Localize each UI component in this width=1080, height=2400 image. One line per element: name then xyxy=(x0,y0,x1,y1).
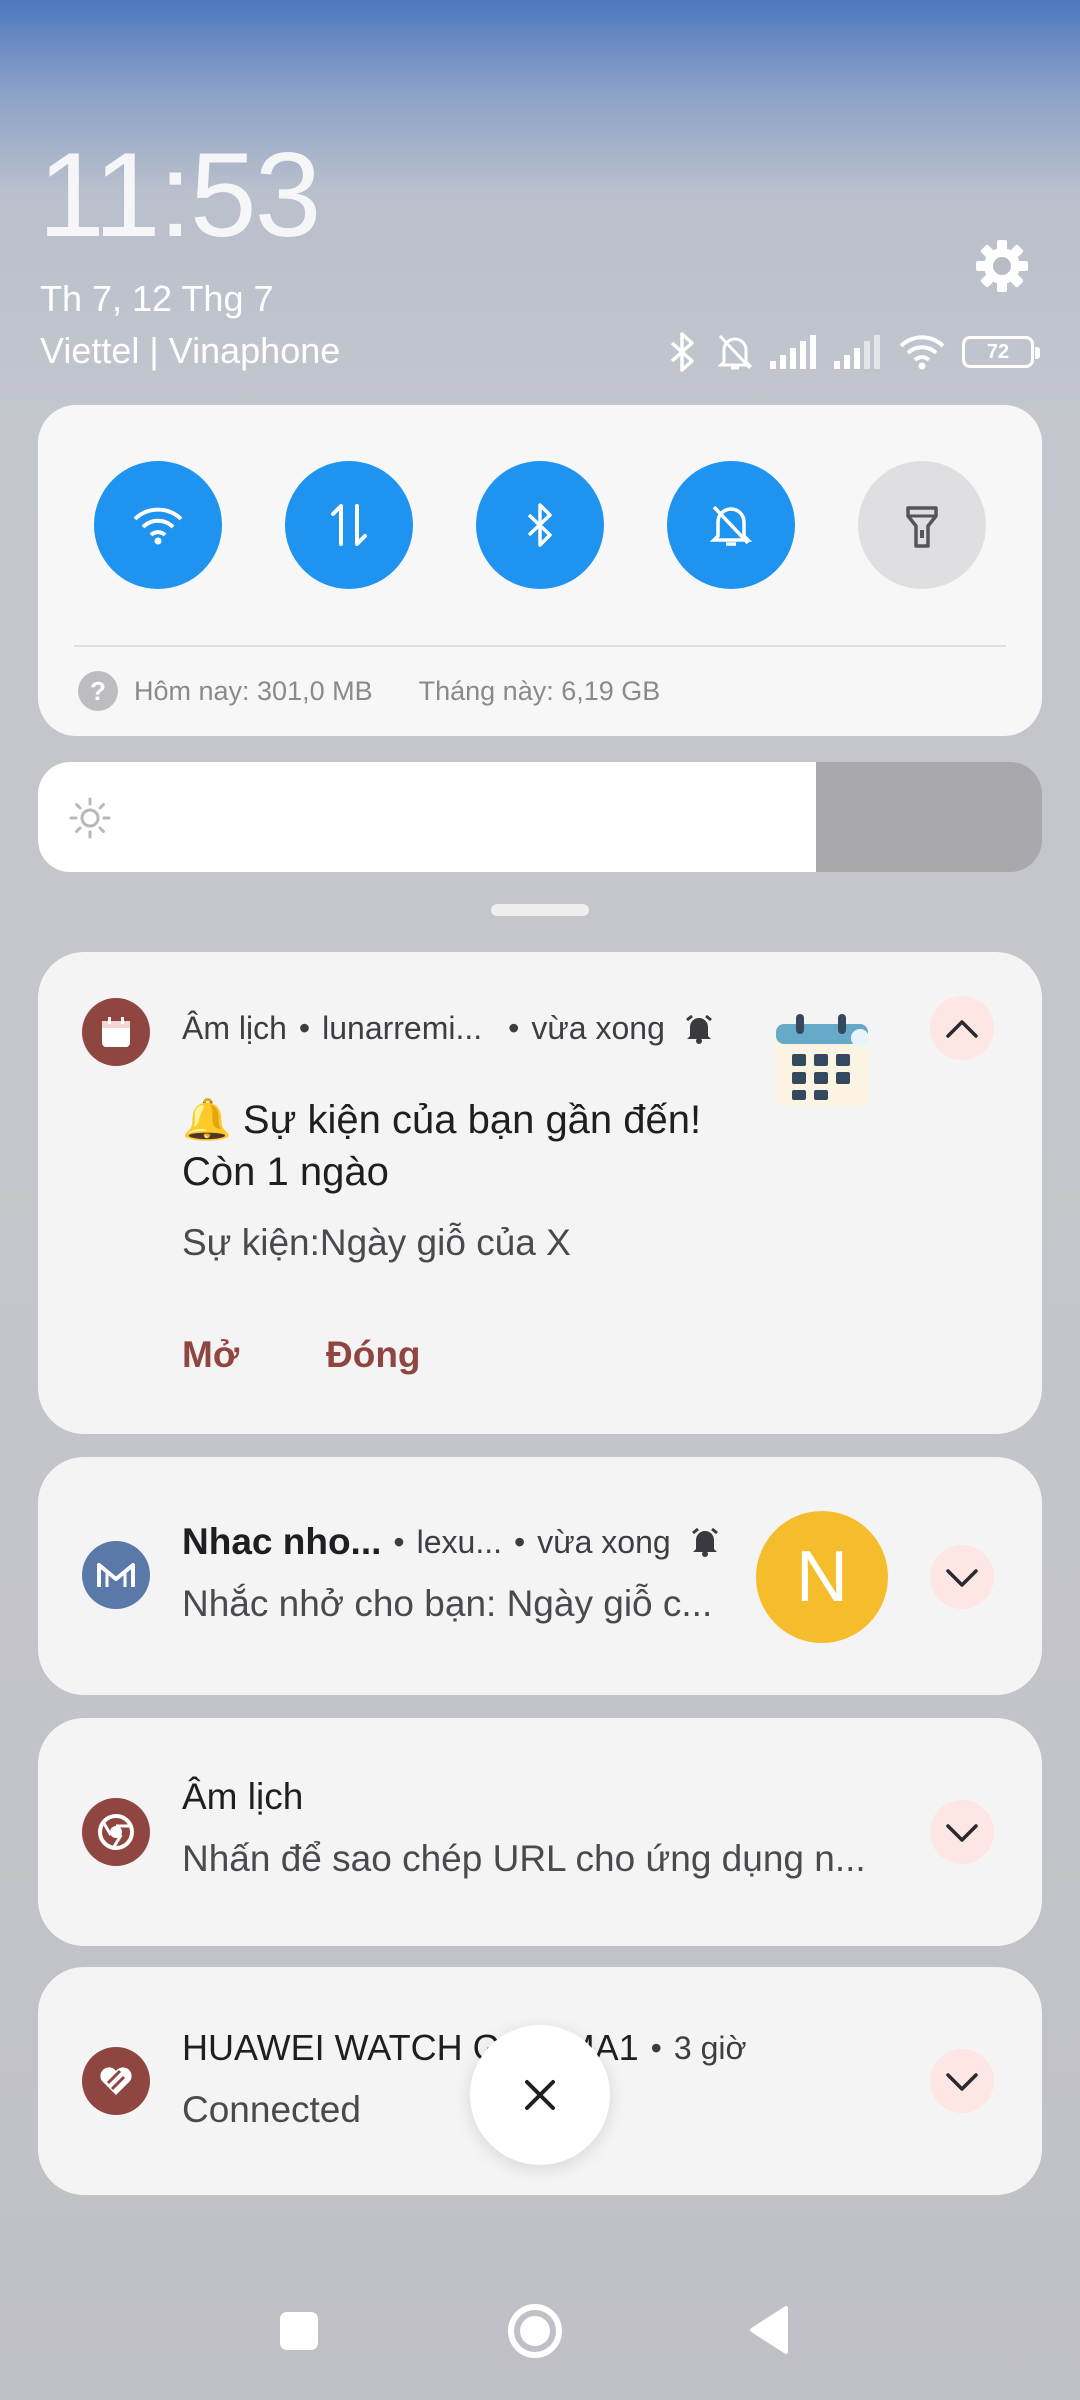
app-name: Âm lịch xyxy=(182,1010,287,1046)
avatar: N xyxy=(756,1511,888,1643)
muted-bell-icon xyxy=(709,505,753,546)
expand-button[interactable] xyxy=(930,2049,994,2113)
notification-card-lunar-event[interactable]: Âm lịch • lunarremi... • vừa xong 🔔 Sự k… xyxy=(38,952,1042,1434)
close-icon xyxy=(525,2080,555,2110)
app-name: HUAWEI WATCH G xyxy=(182,2027,501,2068)
battery-level: 72 xyxy=(986,340,1010,363)
timestamp: vừa xong xyxy=(537,1523,671,1560)
date[interactable]: Th 7, 12 Thg 7 xyxy=(40,278,274,320)
brightness-fill xyxy=(38,762,817,872)
carrier-name: Viettel | Vinaphone xyxy=(40,330,341,371)
usage-month: Tháng này: 6,19 GB xyxy=(418,675,661,706)
notification-card-lunar-url[interactable]: Âm lịch Nhấn để sao chép URL cho ứng dụn… xyxy=(38,1718,1042,1946)
brightness-slider[interactable] xyxy=(38,762,1042,872)
quick-settings-panel: ? Hôm nay: 301,0 MB Tháng này: 6,19 GB xyxy=(38,405,1042,736)
usage-today: Hôm nay: 301,0 MB xyxy=(134,675,373,706)
timestamp: vừa xong xyxy=(531,1010,665,1046)
notification-body: Nhắc nhở cho bạn: Ngày giỗ c... xyxy=(182,1583,713,1624)
chevron-up-icon xyxy=(946,1020,978,1038)
battery-icon: 72 xyxy=(962,336,1040,368)
chevron-down-icon xyxy=(946,2073,978,2091)
source-name: lexu... xyxy=(416,1523,502,1560)
brightness-sun-icon xyxy=(69,797,111,839)
data-usage[interactable]: ? Hôm nay: 301,0 MB Tháng này: 6,19 GB xyxy=(78,671,660,711)
notification-body: Sự kiện:Ngày giỗ của X xyxy=(182,1222,571,1263)
health-app-icon xyxy=(82,2047,150,2115)
settings-gear-icon[interactable] xyxy=(972,236,1032,296)
signal-icon xyxy=(770,335,816,369)
notification-meta: HUAWEI WATCH G MA1 • 3 giờ xyxy=(182,2027,747,2068)
wifi-icon xyxy=(899,335,945,370)
app-name: Nhac nho... xyxy=(182,1521,382,1562)
calendar-illustration-icon xyxy=(776,1014,869,1106)
flashlight-icon xyxy=(906,506,938,548)
panel-drag-handle[interactable] xyxy=(491,904,589,916)
reminder-app-icon xyxy=(82,1541,150,1609)
signal-icon xyxy=(834,335,880,369)
browser-app-icon xyxy=(82,1798,150,1866)
home-button-icon[interactable] xyxy=(506,2302,564,2360)
clear-all-button[interactable] xyxy=(470,2025,610,2165)
alarm-bell-icon xyxy=(691,1527,718,1557)
alarm-bell-icon xyxy=(685,1014,712,1044)
app-name: Âm lịch xyxy=(182,1776,304,1817)
calendar-app-icon xyxy=(82,998,150,1066)
wifi-icon xyxy=(133,507,183,545)
expand-button[interactable] xyxy=(930,1800,994,1864)
status-icons: 72 xyxy=(666,330,1040,374)
recents-button-icon[interactable] xyxy=(278,2310,320,2352)
notification-meta: Nhac nho... • lexu... • vừa xong xyxy=(182,1521,719,1563)
collapse-button[interactable] xyxy=(930,996,994,1060)
chevron-down-icon xyxy=(946,1824,978,1842)
data-arrows-icon xyxy=(331,504,367,546)
muted-bell-icon xyxy=(717,334,753,370)
flashlight-toggle[interactable] xyxy=(858,461,986,589)
help-icon: ? xyxy=(78,671,118,711)
notification-card-reminder[interactable]: Nhac nho... • lexu... • vừa xong Nhắc nh… xyxy=(38,1457,1042,1695)
clock[interactable]: 11:53 xyxy=(38,135,321,255)
chevron-down-icon xyxy=(946,1569,978,1587)
close-action-button[interactable]: Đóng xyxy=(326,1334,421,1376)
timestamp: 3 giờ xyxy=(673,2029,747,2066)
expand-button[interactable] xyxy=(930,1545,994,1609)
notification-body: Connected xyxy=(182,2089,361,2130)
bluetooth-icon xyxy=(670,332,694,372)
bluetooth-icon xyxy=(527,503,552,547)
mobile-data-toggle[interactable] xyxy=(285,461,413,589)
notification-title: 🔔 Sự kiện của bạn gần đến! Còn 1 ngào xyxy=(182,1098,702,1194)
silent-toggle[interactable] xyxy=(667,461,795,589)
divider xyxy=(74,645,1006,647)
bluetooth-toggle[interactable] xyxy=(476,461,604,589)
wifi-toggle[interactable] xyxy=(94,461,222,589)
back-button-icon[interactable] xyxy=(748,2304,790,2356)
notification-meta: Âm lịch • lunarremi... • vừa xong xyxy=(182,1010,713,1047)
open-action-button[interactable]: Mở xyxy=(182,1334,239,1376)
source-name: lunarremi... xyxy=(322,1010,483,1046)
navigation-bar xyxy=(0,2290,1080,2370)
notification-body: Nhấn để sao chép URL cho ứng dụng n... xyxy=(182,1838,866,1879)
